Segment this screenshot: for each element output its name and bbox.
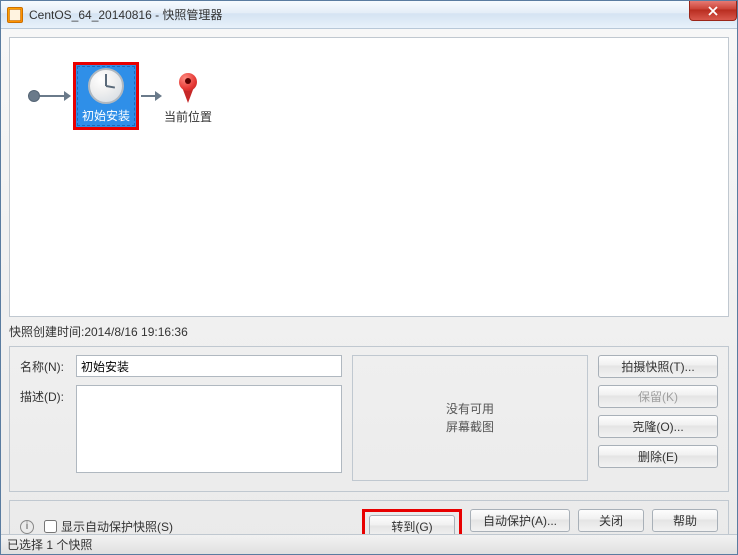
- delete-button[interactable]: 删除(E): [598, 445, 718, 468]
- no-screenshot-text-2: 屏幕截图: [446, 418, 494, 436]
- no-screenshot-text-1: 没有可用: [446, 400, 494, 418]
- pin-icon: [178, 73, 198, 105]
- statusbar: 已选择 1 个快照: [1, 534, 737, 554]
- name-label: 名称(N):: [20, 355, 76, 375]
- close-dialog-button[interactable]: 关闭: [578, 509, 644, 532]
- snapshot-manager-window: CentOS_64_20140816 - 快照管理器 初始安装: [0, 0, 738, 555]
- fields-column: 名称(N): 描述(D):: [20, 355, 342, 481]
- details-grid: 名称(N): 描述(D): 没有可用 屏幕截图 拍摄快照(T)...: [9, 346, 729, 492]
- timeline-start-dot: [28, 90, 40, 102]
- clone-button[interactable]: 克隆(O)...: [598, 415, 718, 438]
- clock-icon: [88, 68, 124, 104]
- status-text: 已选择 1 个快照: [7, 536, 92, 553]
- name-input[interactable]: [76, 355, 342, 377]
- arrow-icon: [64, 91, 71, 101]
- snapshot-node-initial-install[interactable]: 初始安装: [73, 62, 139, 130]
- help-button[interactable]: 帮助: [652, 509, 718, 532]
- auto-protect-button[interactable]: 自动保护(A)...: [470, 509, 570, 532]
- current-node-label: 当前位置: [164, 108, 212, 125]
- keep-button[interactable]: 保留(K): [598, 385, 718, 408]
- show-auto-protect-checkbox-wrap[interactable]: 显示自动保护快照(S): [44, 518, 173, 535]
- timeline-row: 初始安装 当前位置: [28, 62, 212, 130]
- close-button[interactable]: [689, 1, 737, 21]
- content-area: 初始安装 当前位置 快照创建时间:2014/8/16 19:16:36: [1, 29, 737, 534]
- app-icon: [7, 7, 23, 23]
- screenshot-preview: 没有可用 屏幕截图: [352, 355, 588, 481]
- titlebar[interactable]: CentOS_64_20140816 - 快照管理器: [1, 1, 737, 29]
- show-auto-protect-label: 显示自动保护快照(S): [61, 518, 173, 535]
- details-panel: 快照创建时间:2014/8/16 19:16:36 名称(N): 描述(D): …: [9, 323, 729, 492]
- show-auto-protect-checkbox[interactable]: [44, 520, 57, 533]
- current-position-node[interactable]: 当前位置: [164, 67, 212, 125]
- timeline-connector: [141, 95, 155, 97]
- description-input[interactable]: [76, 385, 342, 473]
- created-time-label: 快照创建时间:2014/8/16 19:16:36: [9, 323, 729, 340]
- arrow-icon: [155, 91, 162, 101]
- timeline-panel[interactable]: 初始安装 当前位置: [9, 37, 729, 317]
- close-icon: [708, 6, 718, 16]
- side-buttons-column: 拍摄快照(T)... 保留(K) 克隆(O)... 删除(E): [598, 355, 718, 481]
- snapshot-node-label: 初始安装: [82, 107, 130, 124]
- timeline-connector: [40, 95, 64, 97]
- window-title: CentOS_64_20140816 - 快照管理器: [29, 6, 222, 23]
- info-icon: i: [20, 520, 34, 534]
- take-snapshot-button[interactable]: 拍摄快照(T)...: [598, 355, 718, 378]
- description-label: 描述(D):: [20, 385, 76, 405]
